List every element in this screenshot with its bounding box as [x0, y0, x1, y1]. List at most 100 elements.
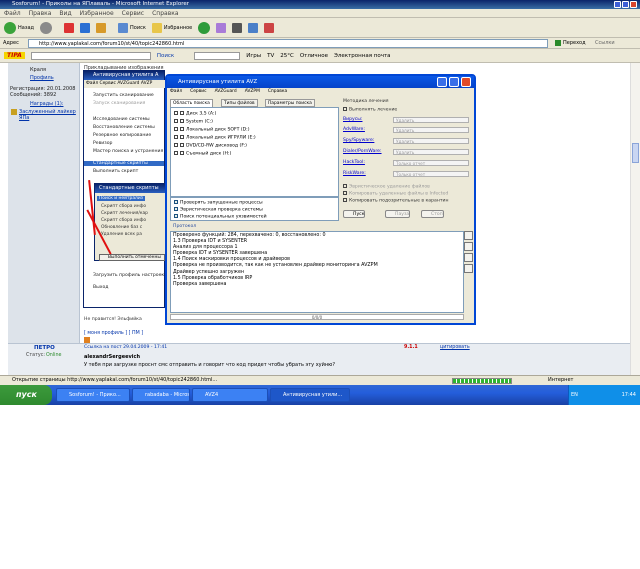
hacktool-select[interactable]: Только отчет [393, 160, 469, 166]
checkbox[interactable] [343, 184, 347, 188]
forward-button[interactable] [40, 21, 53, 34]
drive-h[interactable]: Съемный диск (H:) [174, 151, 231, 157]
adware-select[interactable]: Удалить [393, 127, 469, 133]
checkbox-checked[interactable] [174, 214, 178, 218]
messenger-icon[interactable] [264, 22, 275, 33]
close-button[interactable] [630, 1, 637, 8]
drive-c[interactable]: System (C:) [174, 119, 213, 125]
expand-icon[interactable] [174, 151, 178, 155]
start-button[interactable]: пуск [0, 385, 52, 405]
scrollbar-thumb[interactable] [632, 143, 639, 163]
toolbar-search-button[interactable]: Поиск [157, 53, 174, 59]
checkbox[interactable] [343, 198, 347, 202]
menu-item-exit[interactable]: Выход [93, 285, 108, 290]
back-button[interactable]: Назад [4, 21, 34, 34]
post-username[interactable]: ПЕТРО [34, 345, 55, 351]
toolbar-dropdown[interactable] [194, 51, 241, 60]
page-scrollbar[interactable] [630, 63, 640, 375]
menu-view[interactable]: Вид [59, 10, 71, 17]
expand-icon[interactable] [174, 111, 178, 115]
drive-checkbox[interactable] [180, 111, 184, 115]
awards-link[interactable]: Награды (1): [30, 101, 63, 107]
script-item-1[interactable]: Поиск и нейтрализ [97, 196, 146, 201]
drive-checkbox[interactable] [180, 127, 184, 131]
avz-maximize-button[interactable] [449, 77, 459, 87]
history-icon[interactable] [198, 21, 211, 34]
stop-button[interactable]: Стоп [421, 210, 444, 218]
address-input[interactable]: http://www.yaplakal.com/forum10/st/40/to… [28, 39, 548, 48]
menu-item-standard-scripts[interactable]: Стандартные скрипты [84, 161, 164, 166]
expand-icon[interactable] [174, 127, 178, 131]
stop-icon[interactable] [64, 22, 75, 33]
favorites-button[interactable]: Избранное [151, 22, 192, 33]
script-item-6[interactable]: Удаление всех ра [101, 232, 142, 237]
clear-log-icon[interactable] [464, 242, 473, 251]
menu-item-auditor[interactable]: Ревизор [93, 141, 112, 146]
task-ie-rabadaba[interactable]: rabadaba - Microsoft... [132, 388, 190, 402]
menu-item-system-restore[interactable]: Восстановление системы [93, 125, 155, 130]
mail-icon[interactable] [216, 22, 227, 33]
refresh-icon[interactable] [80, 22, 91, 33]
excellent-link[interactable]: Отличное [300, 53, 328, 59]
menu-item-wizard[interactable]: Мастер поиска и устранения пр [93, 149, 171, 154]
menu-favorites[interactable]: Избранное [80, 10, 114, 17]
language-indicator[interactable]: EN [571, 385, 578, 405]
drive-a[interactable]: Диск 3,5 (A:) [174, 111, 216, 117]
menu-item-start-scan[interactable]: Запустить сканирование [93, 93, 154, 98]
avz-menu-help[interactable]: Справка [268, 88, 287, 96]
method-riskware[interactable]: RiskWare: [343, 171, 366, 176]
viruses-select[interactable]: Удалить [393, 117, 469, 123]
drive-checkbox[interactable] [180, 135, 184, 139]
menu-item-system-research[interactable]: Исследование системы [93, 117, 150, 122]
post-number[interactable]: 9.1.1 [404, 345, 418, 350]
post-link[interactable]: Ссылка на пост 29.04.2009 - 17:41 [84, 345, 167, 350]
menu-file[interactable]: Файл [4, 10, 21, 17]
script-item-5[interactable]: Обновление баз с [101, 225, 142, 230]
minimize-button[interactable] [614, 1, 621, 8]
tv-link[interactable]: TV [267, 53, 274, 59]
dialer-select[interactable]: Удалить [393, 149, 469, 155]
task-avz4[interactable]: AVZ4 [192, 388, 268, 402]
expand-icon[interactable] [174, 143, 178, 147]
check-vulnerabilities[interactable]: Поиск потенциальных уязвимостей [174, 214, 267, 220]
avz-minimize-button[interactable] [437, 77, 447, 87]
check-running-processes[interactable]: Проверять запущенные процессы [174, 200, 263, 206]
menu-item-run-script[interactable]: Выполнить скрипт [93, 169, 138, 174]
method-adware[interactable]: AdvWare: [343, 127, 365, 132]
go-icon[interactable] [555, 40, 561, 46]
checkbox[interactable] [343, 107, 347, 111]
infected-icon[interactable] [464, 253, 473, 262]
method-viruses[interactable]: Вирусы: [343, 117, 362, 122]
pause-button[interactable]: Пауза [385, 210, 411, 218]
drive-checkbox[interactable] [180, 151, 184, 155]
checkbox[interactable] [343, 191, 347, 195]
checkbox-checked[interactable] [174, 207, 178, 211]
checkbox-checked[interactable] [174, 200, 178, 204]
home-icon[interactable] [96, 22, 107, 33]
do-heal-option[interactable]: Выполнять лечение [343, 107, 397, 113]
protocol-log[interactable]: Проверено функций: 284, перехвачено: 0, … [170, 231, 464, 313]
toolbar-search-input[interactable] [30, 51, 151, 60]
quarantine-icon[interactable] [464, 264, 473, 273]
heur-delete-option[interactable]: Эвристическое удаление файлов [343, 184, 430, 190]
menu-tools[interactable]: Сервис [122, 10, 144, 17]
links-label[interactable]: Ссылки [595, 40, 615, 46]
save-log-icon[interactable] [464, 231, 473, 240]
maximize-button[interactable] [622, 1, 629, 8]
drive-d[interactable]: Локальный диск SOFT (D:) [174, 127, 250, 133]
tab-file-types[interactable]: Типы файлов [221, 99, 258, 107]
expand-icon[interactable] [174, 119, 178, 123]
games-link[interactable]: Игры [246, 53, 261, 59]
tab-search-area[interactable]: Область поиска [170, 99, 213, 107]
menu-edit[interactable]: Правка [29, 10, 52, 17]
avz-menu-avzpm[interactable]: AVZPM [245, 88, 260, 96]
avz-menu-avzguard[interactable]: AVZGuard [215, 88, 237, 96]
profile-link[interactable]: Профиль [30, 75, 54, 81]
execute-checked-button[interactable]: Выполнить отмеченны [99, 254, 165, 261]
menu-help[interactable]: Справка [152, 10, 178, 17]
task-ie-sosforum[interactable]: Sosforum! - Прико... [56, 388, 130, 402]
quote-link[interactable]: цитировать [440, 345, 470, 350]
script-item-3[interactable]: Скрипт лечения/кар [101, 211, 148, 216]
go-button[interactable]: Переход [563, 40, 586, 46]
tipa-logo[interactable]: TIPA [4, 52, 25, 59]
